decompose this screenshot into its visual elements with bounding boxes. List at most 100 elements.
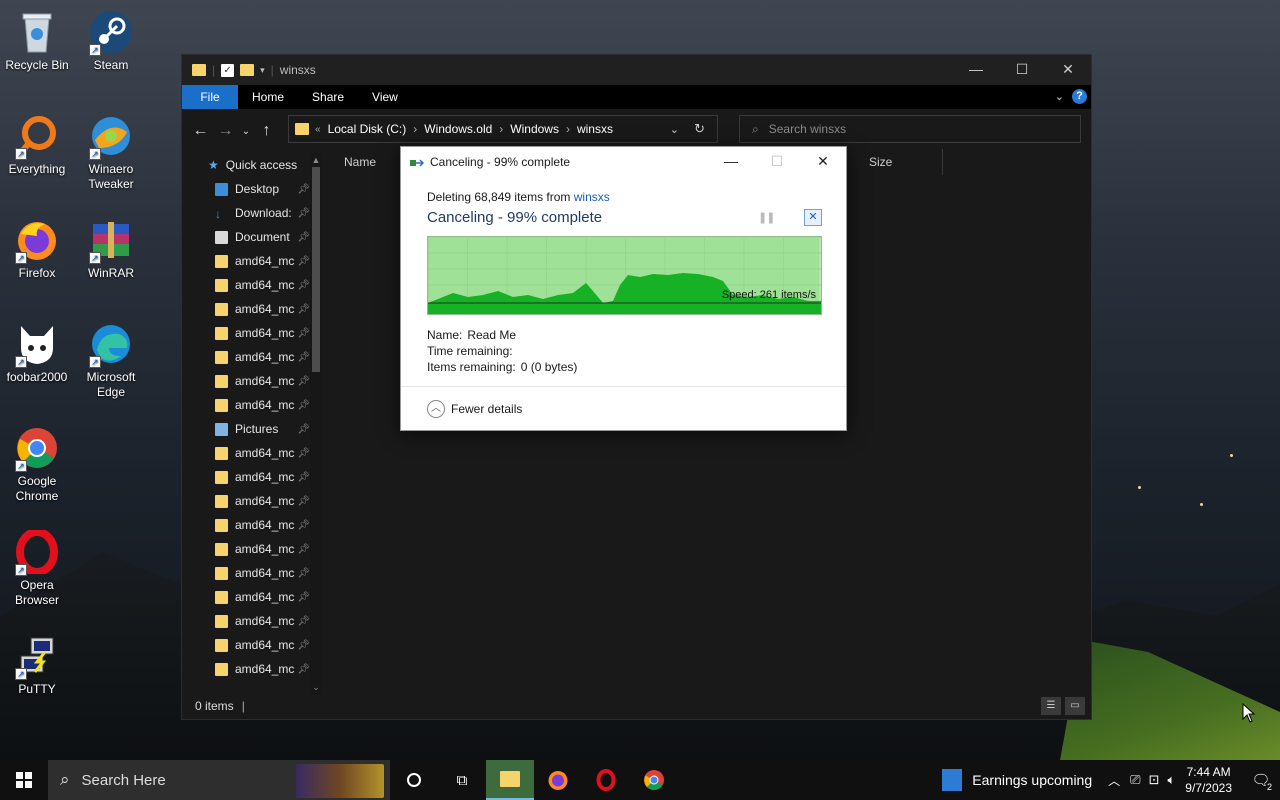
explorer-titlebar[interactable]: | ✓ ▾ | winsxs — ☐ ✕ xyxy=(182,55,1091,85)
sidebar-item[interactable]: amd64_mc 📌︎ xyxy=(182,633,324,657)
folder-icon xyxy=(215,350,228,364)
breadcrumb-windows[interactable]: Windows xyxy=(510,122,559,136)
sidebar-item[interactable]: amd64_mc 📌︎ xyxy=(182,489,324,513)
sidebar-item[interactable]: amd64_mc 📌︎ xyxy=(182,393,324,417)
up-button[interactable]: ↑ xyxy=(254,122,279,140)
column-divider[interactable] xyxy=(942,149,943,175)
desktop-icon-microsoft-edge[interactable]: ↗ Microsoft Edge xyxy=(74,320,148,400)
notification-badge: 2 xyxy=(1266,782,1272,792)
sidebar-item[interactable]: amd64_mc 📌︎ xyxy=(182,321,324,345)
sidebar-item[interactable]: amd64_mc 📌︎ xyxy=(182,345,324,369)
sidebar-item[interactable]: ↓ Download: 📌︎ xyxy=(182,201,324,225)
column-name[interactable]: Name xyxy=(344,155,376,169)
taskbar-file-explorer[interactable] xyxy=(486,760,534,800)
news-widget-icon[interactable] xyxy=(942,769,963,791)
sidebar-item[interactable]: Desktop 📌︎ xyxy=(182,177,324,201)
desktop-icon-winaero-tweaker[interactable]: ↗ Winaero Tweaker xyxy=(74,112,148,192)
address-overflow[interactable]: « xyxy=(315,124,321,135)
address-dropdown-icon[interactable]: ⌄ xyxy=(670,123,679,136)
breadcrumb-winsxs[interactable]: winsxs xyxy=(577,122,613,136)
properties-icon[interactable]: ✓ xyxy=(221,63,235,77)
sidebar-item[interactable]: amd64_mc 📌︎ xyxy=(182,537,324,561)
desktop-icon-recycle-bin[interactable]: Recycle Bin xyxy=(0,8,74,73)
column-size[interactable]: Size xyxy=(869,155,892,169)
sidebar-item[interactable]: amd64_mc 📌︎ xyxy=(182,465,324,489)
sidebar-item[interactable]: amd64_mc 📌︎ xyxy=(182,249,324,273)
dialog-titlebar[interactable]: Canceling - 99% complete — ☐ ✕ xyxy=(401,147,846,177)
pin-icon: 📌︎ xyxy=(297,591,310,603)
desktop-icon-steam[interactable]: ↗ Steam xyxy=(74,8,148,73)
taskbar-chrome[interactable] xyxy=(630,760,678,800)
sidebar-item[interactable]: amd64_mc 📌︎ xyxy=(182,561,324,585)
sidebar-item[interactable]: amd64_mc 📌︎ xyxy=(182,297,324,321)
sidebar-item-label: amd64_mc xyxy=(235,470,295,484)
scroll-thumb[interactable] xyxy=(312,167,320,372)
desktop-icon-winrar[interactable]: ↗ WinRAR xyxy=(74,216,148,281)
sidebar-item[interactable]: amd64_mc 📌︎ xyxy=(182,585,324,609)
forward-button[interactable]: → xyxy=(213,122,238,140)
pin-icon: 📌︎ xyxy=(297,231,310,243)
close-button[interactable]: ✕ xyxy=(1045,55,1091,85)
tab-home[interactable]: Home xyxy=(238,85,298,109)
help-icon[interactable]: ? xyxy=(1072,89,1087,104)
document-icon xyxy=(215,230,228,244)
scroll-down-icon[interactable]: ⌄ xyxy=(310,682,322,693)
minimize-button[interactable]: — xyxy=(953,55,999,85)
sidebar-item[interactable]: amd64_mc 📌︎ xyxy=(182,657,324,681)
sidebar-item[interactable]: amd64_mc 📌︎ xyxy=(182,609,324,633)
dialog-title: Canceling - 99% complete xyxy=(430,155,571,169)
desktop-icon-opera-browser[interactable]: ↗ Opera Browser xyxy=(0,528,74,608)
taskbar-firefox[interactable] xyxy=(534,760,582,800)
sidebar-item[interactable]: amd64_mc 📌︎ xyxy=(182,369,324,393)
dialog-minimize-button[interactable]: — xyxy=(708,147,754,175)
sidebar-item-quick-access[interactable]: ★ Quick access xyxy=(182,153,324,177)
network-icon[interactable]: ⊡ xyxy=(1149,772,1160,788)
breadcrumb-windows-old[interactable]: Windows.old xyxy=(424,122,492,136)
breadcrumb-local-disk[interactable]: Local Disk (C:) xyxy=(328,122,407,136)
action-center-button[interactable]: 🗨︎ 2 xyxy=(1242,771,1280,792)
back-button[interactable]: ← xyxy=(188,122,213,140)
tab-view[interactable]: View xyxy=(358,85,412,109)
customize-toolbar-icon[interactable]: ▾ xyxy=(260,65,265,76)
sidebar-item[interactable]: amd64_mc 📌︎ xyxy=(182,513,324,537)
tab-share[interactable]: Share xyxy=(298,85,358,109)
start-button[interactable] xyxy=(0,760,48,800)
search-box[interactable]: ⌕ Search winsxs xyxy=(739,115,1081,143)
cortana-button[interactable] xyxy=(390,760,438,800)
expand-ribbon-icon[interactable]: ⌄ xyxy=(1055,90,1064,103)
dialog-close-button[interactable]: ✕ xyxy=(800,147,846,175)
sidebar-item[interactable]: amd64_mc 📌︎ xyxy=(182,441,324,465)
desktop-icon-everything[interactable]: ↗ Everything xyxy=(0,112,74,177)
taskbar-opera[interactable] xyxy=(582,760,630,800)
progress-graph: Speed: 261 items/s xyxy=(427,236,822,315)
desktop-icon-google-chrome[interactable]: ↗ Google Chrome xyxy=(0,424,74,504)
clock[interactable]: 7:44 AM 9/7/2023 xyxy=(1185,764,1232,796)
cancel-operation-button[interactable]: ✕ xyxy=(804,209,822,226)
desktop-icon-firefox[interactable]: ↗ Firefox xyxy=(0,216,74,281)
sidebar-item[interactable]: Document 📌︎ xyxy=(182,225,324,249)
scroll-up-icon[interactable]: ▲ xyxy=(310,155,322,165)
desktop-icon-foobar2000[interactable]: ↗ foobar2000 xyxy=(0,320,74,385)
item-count: 0 items xyxy=(195,699,234,713)
show-hidden-icons[interactable]: ︿ xyxy=(1108,772,1120,789)
desktop-icon-putty[interactable]: ↗ PuTTY xyxy=(0,632,74,697)
source-folder-link[interactable]: winsxs xyxy=(574,190,610,204)
new-folder-icon[interactable] xyxy=(240,64,255,76)
volume-icon[interactable]: 🔈︎ xyxy=(1167,772,1175,788)
address-bar[interactable]: « Local Disk (C:) › Windows.old › Window… xyxy=(288,115,718,143)
webcam-icon[interactable]: ⎚ xyxy=(1130,772,1140,788)
taskbar-search-box[interactable]: ⌕ Search Here xyxy=(48,760,390,800)
large-icons-view-icon[interactable]: ▭ xyxy=(1065,697,1085,715)
sidebar-item[interactable]: amd64_mc 📌︎ xyxy=(182,273,324,297)
fewer-details-button[interactable]: ︿ Fewer details xyxy=(401,386,846,430)
sidebar-item[interactable]: Pictures 📌︎ xyxy=(182,417,324,441)
news-widget[interactable]: Earnings upcoming xyxy=(972,772,1092,788)
tab-file[interactable]: File xyxy=(182,85,238,109)
navigation-scrollbar[interactable]: ▲ ⌄ xyxy=(310,153,322,695)
recent-locations-button[interactable]: ⌄ xyxy=(238,126,254,137)
desktop-icon-label: PuTTY xyxy=(18,682,56,696)
task-view-button[interactable]: ⧉ xyxy=(438,760,486,800)
refresh-icon[interactable]: ↻ xyxy=(694,121,705,137)
maximize-button[interactable]: ☐ xyxy=(999,55,1045,85)
details-view-icon[interactable]: ☰ xyxy=(1041,697,1061,715)
